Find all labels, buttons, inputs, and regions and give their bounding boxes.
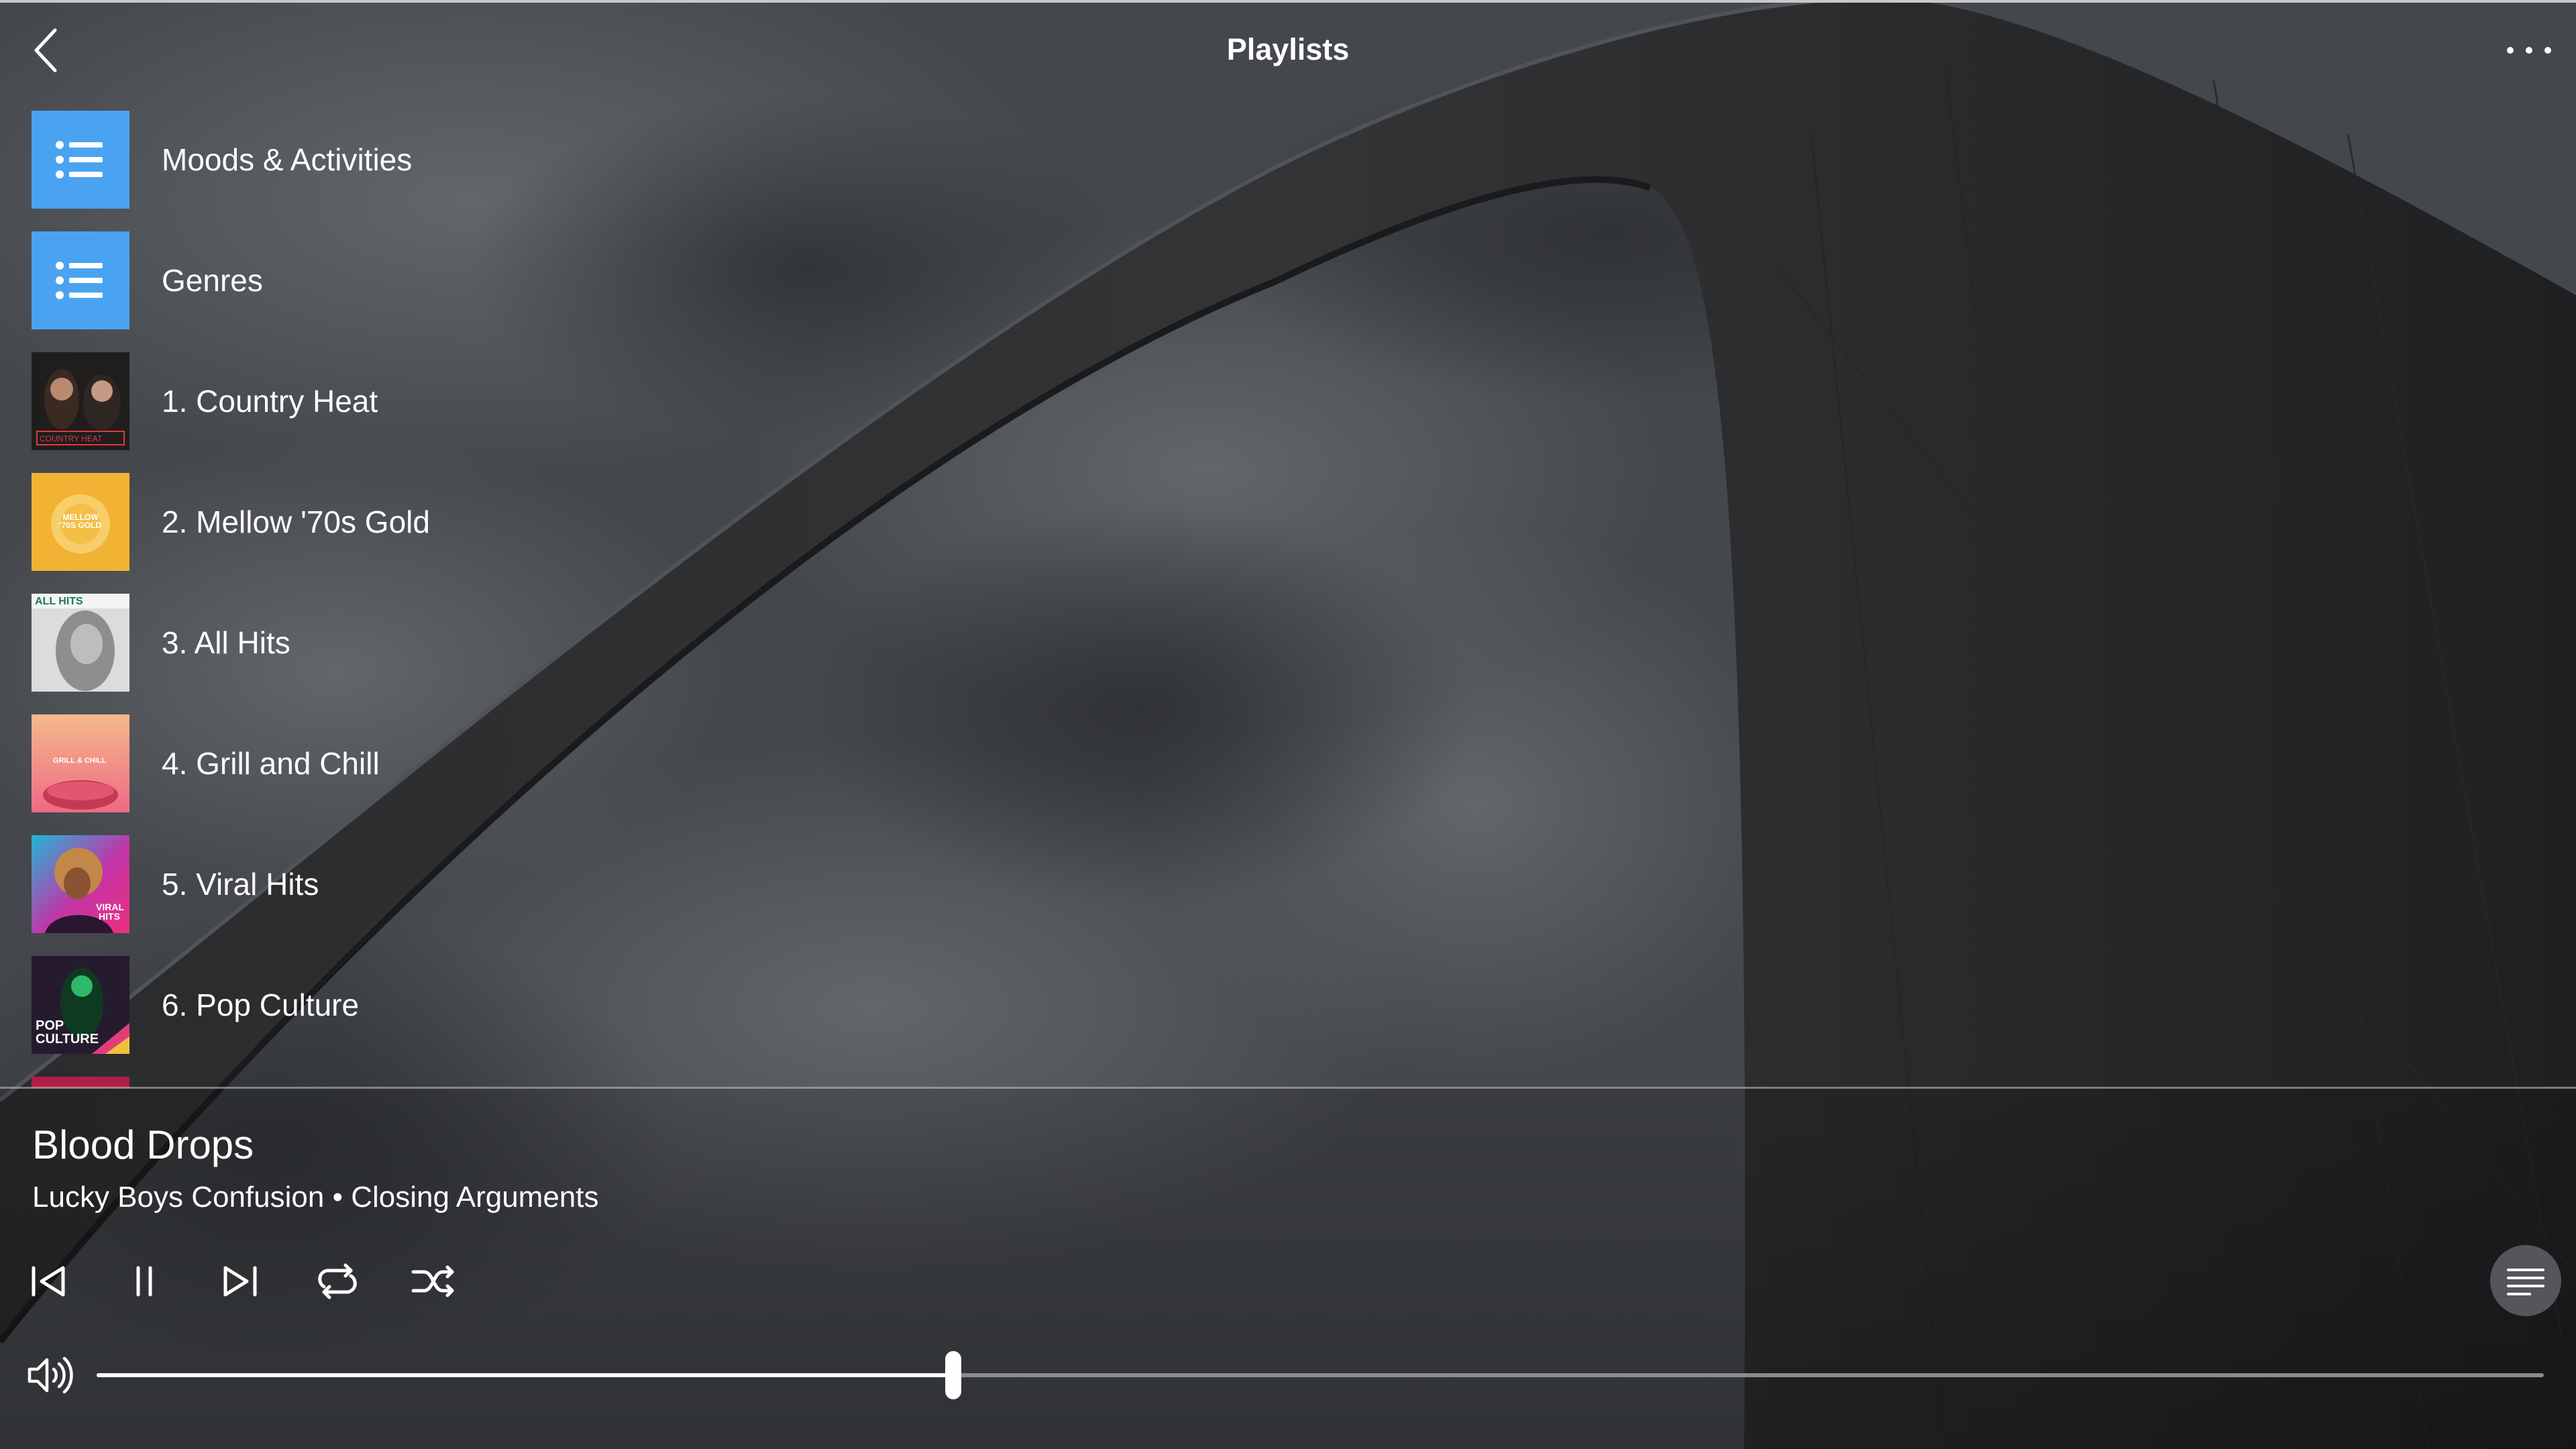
- cover-title: MELLOW '70S GOLD: [59, 513, 102, 530]
- playlist-item-pop-culture[interactable]: POP CULTURE 6. Pop Culture: [32, 956, 971, 1054]
- playlist-label: 2. Mellow '70s Gold: [162, 504, 430, 539]
- playlist-item-viral-hits[interactable]: VIRAL HITS 5. Viral Hits: [32, 835, 971, 933]
- track-title: Blood Drops: [32, 1122, 254, 1167]
- window-top-edge: [0, 0, 2576, 3]
- playlist-label: 3. All Hits: [162, 625, 290, 660]
- next-icon: [223, 1266, 257, 1297]
- chevron-left-icon: [34, 28, 57, 72]
- list-tile: [32, 111, 129, 209]
- playlist-item-mellow-70s-gold[interactable]: MELLOW '70S GOLD 2. Mellow '70s Gold: [32, 473, 971, 571]
- volume-icon: [28, 1356, 73, 1394]
- playlist-cover-grill-and-chill: GRILL & CHILL: [32, 714, 129, 812]
- page-title: Playlists: [1226, 32, 1350, 66]
- playlist-label: 6. Pop Culture: [162, 987, 360, 1022]
- playlist-cover-country-heat: COUNTRY HEAT: [32, 352, 129, 450]
- playlist-label: 4. Grill and Chill: [162, 746, 380, 781]
- playlist-label: 5. Viral Hits: [162, 867, 319, 902]
- shuffle-button[interactable]: [400, 1248, 467, 1315]
- more-horizontal-icon: [2507, 47, 2551, 54]
- panel-divider: [0, 1087, 2576, 1089]
- playlist-label: Moods & Activities: [162, 142, 413, 177]
- volume-button[interactable]: [19, 1345, 79, 1405]
- playlist-item-all-hits[interactable]: ALL HITS 3. All Hits: [32, 594, 971, 692]
- list-icon: [56, 141, 103, 178]
- playlist-cover-mellow-70s-gold: MELLOW '70S GOLD: [32, 473, 129, 571]
- back-button[interactable]: [20, 20, 74, 80]
- playlist-label: 1. Country Heat: [162, 384, 378, 419]
- queue-button[interactable]: [2490, 1245, 2561, 1316]
- previous-button[interactable]: [15, 1248, 82, 1315]
- playlist-list: Moods & Activities Genres COUNTRY HEAT 1…: [32, 111, 971, 1088]
- playlist-cover-viral-hits: VIRAL HITS: [32, 835, 129, 933]
- seek-bar-thumb[interactable]: [945, 1351, 961, 1399]
- cover-title: VIRAL HITS: [96, 902, 124, 922]
- playlist-cover-pop-culture: POP CULTURE: [32, 956, 129, 1054]
- more-options-button[interactable]: [2496, 27, 2563, 74]
- playlist-cover-all-hits: ALL HITS: [32, 594, 129, 692]
- shuffle-icon: [411, 1265, 454, 1297]
- playlist-item-genres[interactable]: Genres: [32, 231, 971, 329]
- cover-art: [32, 594, 129, 692]
- repeat-icon: [318, 1263, 357, 1299]
- seek-bar[interactable]: [97, 1351, 2544, 1399]
- cover-title: ALL HITS: [35, 596, 83, 607]
- list-tile: [32, 231, 129, 329]
- repeat-button[interactable]: [304, 1248, 371, 1315]
- cover-title: GRILL & CHILL: [53, 757, 107, 765]
- track-artist-album: Lucky Boys Confusion • Closing Arguments: [32, 1181, 599, 1214]
- seek-bar-progress: [97, 1373, 953, 1377]
- playlist-item-country-heat[interactable]: COUNTRY HEAT 1. Country Heat: [32, 352, 971, 450]
- previous-icon: [32, 1266, 65, 1297]
- list-icon: [56, 262, 103, 299]
- pause-button[interactable]: [111, 1248, 178, 1315]
- cover-title: COUNTRY HEAT: [40, 434, 103, 443]
- cover-title: POP CULTURE: [36, 1018, 99, 1046]
- next-button[interactable]: [207, 1248, 274, 1315]
- pause-icon: [136, 1266, 152, 1297]
- playlist-label: Genres: [162, 263, 263, 298]
- playlist-item-grill-and-chill[interactable]: GRILL & CHILL 4. Grill and Chill: [32, 714, 971, 812]
- queue-list-icon: [2507, 1269, 2544, 1295]
- playlist-item-moods-activities[interactable]: Moods & Activities: [32, 111, 971, 209]
